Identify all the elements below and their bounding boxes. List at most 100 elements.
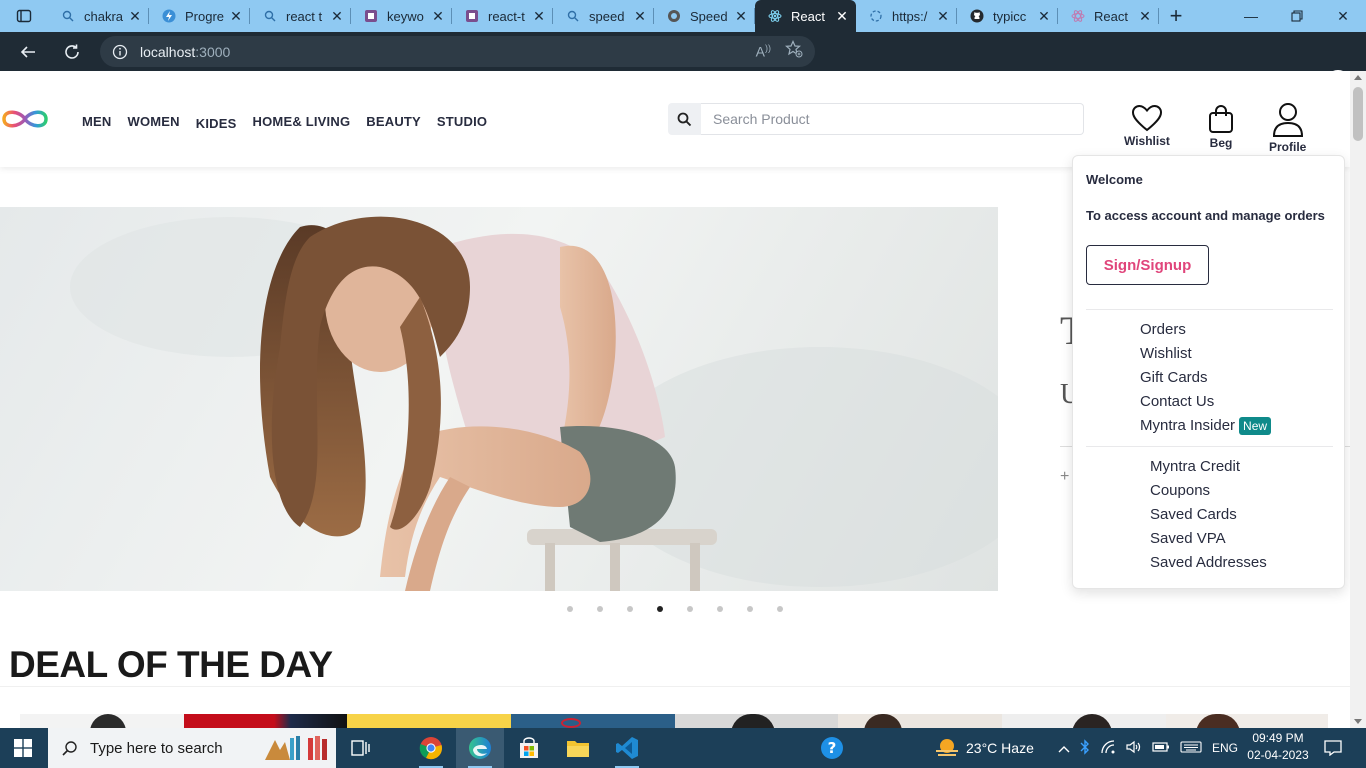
dropdown-item-myntra-insider[interactable]: Myntra Insider New [1140, 417, 1272, 436]
edge-icon[interactable] [456, 728, 504, 768]
battery-icon[interactable] [1152, 741, 1170, 756]
dropdown-item-coupons[interactable]: Coupons [1150, 482, 1210, 499]
url-text[interactable]: localhost:3000 [140, 44, 230, 60]
deal-card[interactable] [838, 714, 1002, 728]
store-icon[interactable] [505, 728, 553, 768]
browser-tab[interactable]: Speed ✕ [654, 0, 755, 32]
close-tab-icon[interactable]: ✕ [630, 8, 650, 25]
dropdown-item-contact-us[interactable]: Contact Us [1140, 393, 1214, 410]
browser-tab[interactable]: react t ✕ [250, 0, 351, 32]
deal-card[interactable] [1002, 714, 1166, 728]
chevron-up-icon[interactable] [1058, 741, 1070, 756]
clock[interactable]: 09:49 PM 02-04-2023 [1244, 730, 1312, 764]
dropdown-item-myntra-credit[interactable]: Myntra Credit [1150, 458, 1240, 475]
profile-button[interactable]: Profile [1269, 102, 1306, 154]
network-icon[interactable] [1100, 739, 1116, 757]
menu-beauty[interactable]: BEAUTY [366, 114, 421, 129]
browser-tab[interactable]: react-t ✕ [452, 0, 553, 32]
carousel-dot[interactable] [627, 606, 633, 612]
carousel-dot[interactable] [597, 606, 603, 612]
close-tab-icon[interactable]: ✕ [428, 8, 448, 25]
carousel-dot[interactable] [687, 606, 693, 612]
page-scrollbar[interactable] [1350, 71, 1366, 728]
close-tab-icon[interactable]: ✕ [1135, 8, 1155, 25]
close-tab-icon[interactable]: ✕ [731, 8, 751, 25]
browser-tab[interactable]: typicc ✕ [957, 0, 1058, 32]
dropdown-item-saved-vpa[interactable]: Saved VPA [1150, 530, 1226, 547]
sign-signup-button[interactable]: Sign/Signup [1086, 245, 1209, 285]
task-view-icon[interactable] [337, 728, 385, 768]
file-explorer-icon[interactable] [554, 728, 602, 768]
bag-button[interactable]: Beg [1208, 104, 1234, 150]
help-icon[interactable]: ? [808, 728, 856, 768]
new-tab-button[interactable]: + [1159, 0, 1193, 32]
bluetooth-icon[interactable] [1080, 738, 1090, 758]
deal-card[interactable] [347, 714, 511, 728]
menu-women[interactable]: WOMEN [128, 114, 180, 129]
notifications-icon[interactable] [1310, 728, 1356, 768]
close-tab-icon[interactable]: ✕ [529, 8, 549, 25]
carousel-dot[interactable] [777, 606, 783, 612]
keyboard-icon[interactable] [1180, 740, 1202, 756]
heart-icon [1131, 104, 1162, 132]
browser-tab[interactable]: Progre ✕ [149, 0, 250, 32]
language-indicator[interactable]: ENG [1212, 741, 1238, 755]
dropdown-item-wishlist[interactable]: Wishlist [1140, 345, 1192, 362]
deal-card[interactable] [20, 714, 184, 728]
close-tab-icon[interactable]: ✕ [226, 8, 246, 25]
menu-men[interactable]: MEN [82, 114, 112, 129]
hero-banner-image[interactable] [0, 207, 998, 591]
address-bar[interactable]: localhost:3000 A)) [100, 36, 815, 67]
svg-text:?: ? [828, 739, 837, 757]
browser-tab[interactable]: chakra ✕ [48, 0, 149, 32]
taskbar-search[interactable]: Type here to search [48, 728, 336, 768]
volume-icon[interactable] [1126, 740, 1142, 757]
browser-tab-active[interactable]: React ✕ [755, 0, 856, 32]
carousel-dot[interactable] [747, 606, 753, 612]
refresh-icon[interactable] [50, 32, 94, 71]
deal-card[interactable] [511, 714, 675, 728]
deal-card[interactable] [1166, 714, 1328, 728]
close-window-icon[interactable]: ✕ [1320, 0, 1366, 32]
back-arrow-icon[interactable] [6, 32, 50, 71]
weather-widget[interactable]: 23°C Haze [934, 728, 1034, 768]
menu-kides[interactable]: KIDES [196, 116, 237, 131]
windows-start-icon[interactable] [0, 728, 46, 768]
deal-card[interactable] [675, 714, 839, 728]
carousel-dot[interactable] [567, 606, 573, 612]
browser-tab[interactable]: keywo ✕ [351, 0, 452, 32]
menu-studio[interactable]: STUDIO [437, 114, 487, 129]
scroll-up-arrow-icon[interactable] [1354, 75, 1362, 80]
restore-icon[interactable] [1274, 0, 1320, 32]
info-icon[interactable] [100, 44, 140, 60]
browser-tab[interactable]: https:/ ✕ [856, 0, 957, 32]
scrollbar-thumb[interactable] [1353, 87, 1363, 141]
search-input[interactable] [701, 103, 1084, 135]
close-tab-icon[interactable]: ✕ [125, 8, 145, 25]
browser-tab[interactable]: speed ✕ [553, 0, 654, 32]
vscode-icon[interactable] [603, 728, 651, 768]
add-favorite-icon[interactable] [784, 40, 803, 63]
search-icon[interactable] [668, 103, 701, 135]
dropdown-item-saved-addresses[interactable]: Saved Addresses [1150, 554, 1267, 571]
browser-tab[interactable]: React ✕ [1058, 0, 1159, 32]
dropdown-item-orders[interactable]: Orders [1140, 321, 1186, 338]
tab-title: chakra [84, 8, 124, 24]
close-tab-icon[interactable]: ✕ [832, 8, 852, 25]
carousel-dot[interactable] [717, 606, 723, 612]
tab-actions-icon[interactable] [0, 0, 48, 32]
chrome-icon[interactable] [407, 728, 455, 768]
infinity-logo-icon[interactable] [0, 107, 50, 136]
close-tab-icon[interactable]: ✕ [327, 8, 347, 25]
close-tab-icon[interactable]: ✕ [933, 8, 953, 25]
dropdown-item-gift-cards[interactable]: Gift Cards [1140, 369, 1208, 386]
deal-card[interactable] [184, 714, 348, 728]
minimize-icon[interactable]: — [1228, 0, 1274, 32]
menu-home-living[interactable]: HOME& LIVING [253, 114, 351, 129]
dropdown-item-saved-cards[interactable]: Saved Cards [1150, 506, 1237, 523]
scroll-down-arrow-icon[interactable] [1354, 719, 1362, 724]
close-tab-icon[interactable]: ✕ [1034, 8, 1054, 25]
carousel-dot-active[interactable] [657, 606, 663, 612]
wishlist-button[interactable]: Wishlist [1124, 104, 1170, 148]
read-aloud-icon[interactable]: A)) [756, 43, 771, 60]
